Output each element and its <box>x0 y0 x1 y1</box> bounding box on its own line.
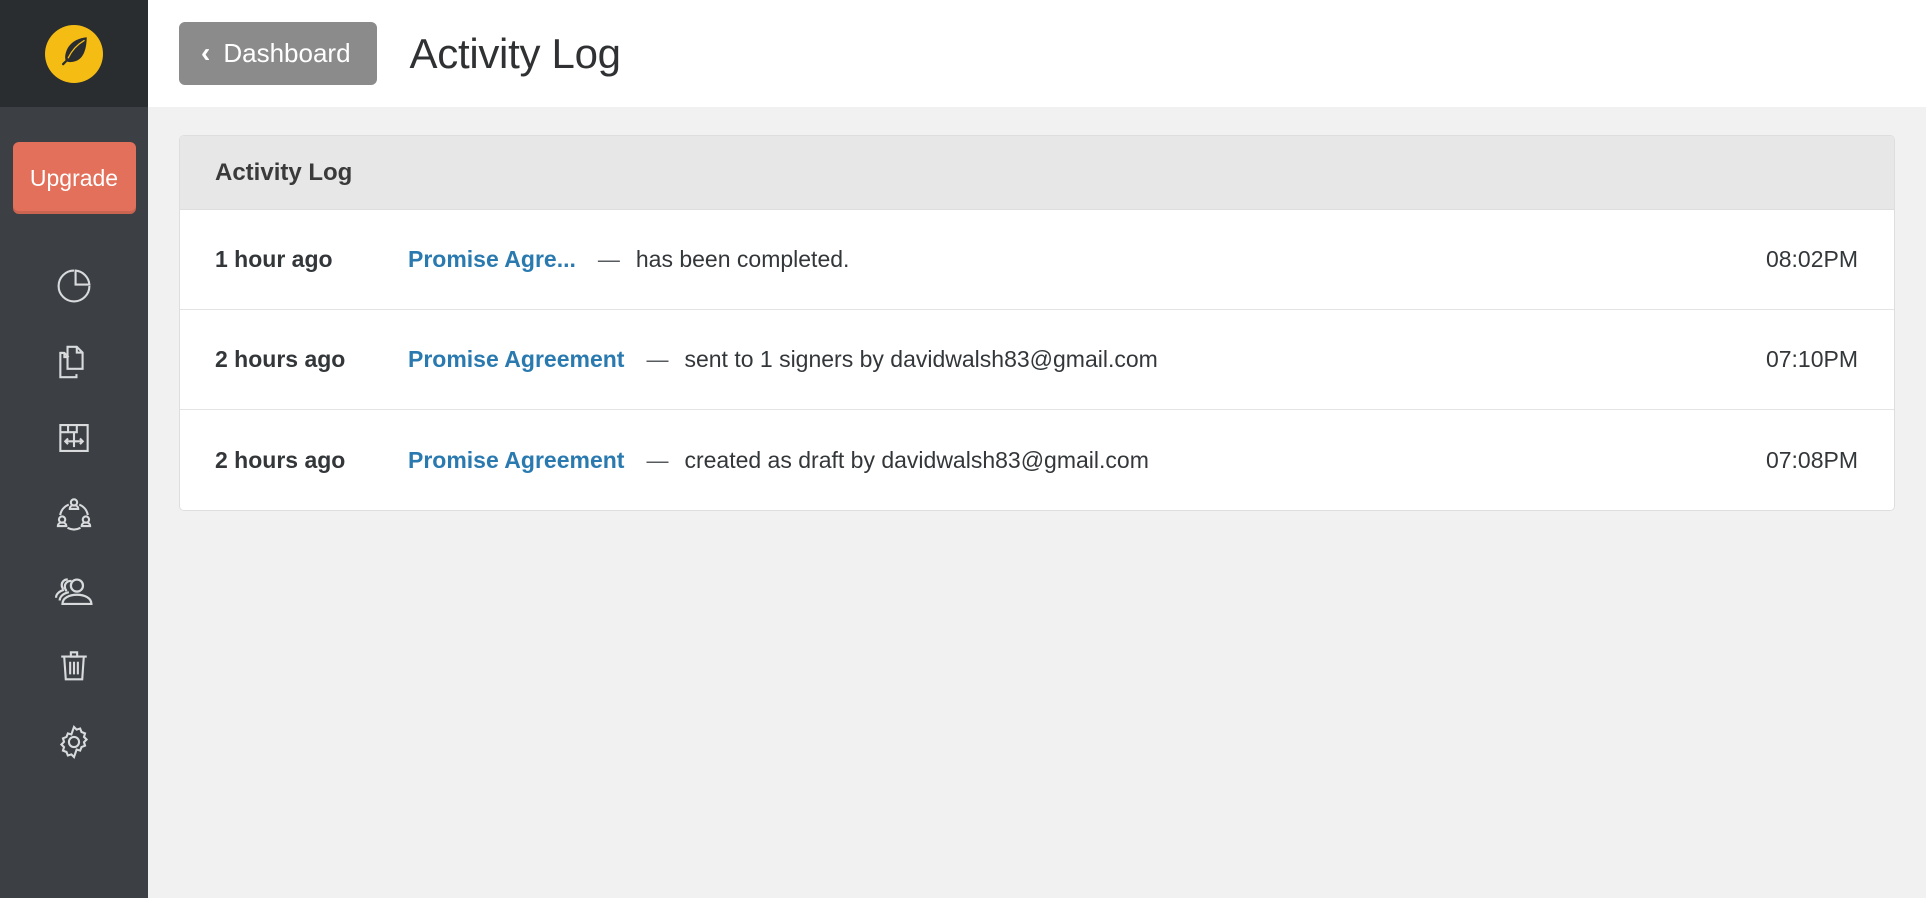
upgrade-wrap: Upgrade <box>0 107 148 214</box>
sidebar-item-trash[interactable] <box>0 628 148 704</box>
panel-header: Activity Log <box>180 136 1894 210</box>
documents-icon <box>53 341 95 383</box>
document-link[interactable]: Promise Agre... <box>408 246 576 273</box>
separator-dash: — <box>646 347 669 372</box>
separator-dash: — <box>597 247 620 272</box>
sidebar-item-settings[interactable] <box>0 704 148 780</box>
sidebar-item-templates[interactable] <box>0 400 148 476</box>
activity-description: Promise Agreement — sent to 1 signers by… <box>408 346 1766 373</box>
contacts-group-icon <box>52 568 96 612</box>
activity-description: Promise Agreement — created as draft by … <box>408 447 1766 474</box>
activity-text: has been completed. <box>635 246 850 272</box>
activity-time: 07:10PM <box>1765 346 1858 372</box>
back-to-dashboard-button[interactable]: ‹ Dashboard <box>179 22 377 85</box>
table-row[interactable]: 1 hour ago Promise Agre... — has been co… <box>180 210 1894 310</box>
logo-area[interactable] <box>0 0 148 107</box>
activity-description: Promise Agre... — has been completed. <box>408 246 1766 273</box>
sidebar-nav <box>0 248 148 780</box>
activity-text: created as draft by davidwalsh83@gmail.c… <box>684 446 1149 473</box>
activity-log-panel: Activity Log 1 hour ago Promise Agre... … <box>179 135 1895 511</box>
sidebar-item-team[interactable] <box>0 476 148 552</box>
content-area: Activity Log 1 hour ago Promise Agre... … <box>148 107 1926 898</box>
gear-icon <box>53 721 95 763</box>
team-network-icon <box>53 493 95 535</box>
activity-text: sent to 1 signers by davidwalsh83@gmail.… <box>684 346 1158 372</box>
logo-circle <box>45 24 103 83</box>
panel-title: Activity Log <box>215 158 353 186</box>
main-area: ‹ Dashboard Activity Log Activity Log 1 … <box>148 0 1926 898</box>
upgrade-button[interactable]: Upgrade <box>12 142 136 214</box>
activity-when: 2 hours ago <box>215 446 346 473</box>
activity-time: 08:02PM <box>1765 246 1858 272</box>
page-title: Activity Log <box>409 29 621 77</box>
sidebar-item-dashboard[interactable] <box>0 248 148 324</box>
document-link[interactable]: Promise Agreement <box>408 346 624 373</box>
document-link[interactable]: Promise Agreement <box>408 447 624 474</box>
sidebar-item-contacts[interactable] <box>0 552 148 628</box>
sidebar: Upgrade <box>0 0 148 898</box>
sidebar-item-documents[interactable] <box>0 324 148 400</box>
activity-time: 07:08PM <box>1765 446 1858 473</box>
document-transfer-icon <box>53 417 95 459</box>
chevron-left-icon: ‹ <box>201 36 211 68</box>
table-row[interactable]: 2 hours ago Promise Agreement — sent to … <box>180 310 1894 410</box>
pie-chart-icon <box>53 265 95 307</box>
activity-when: 1 hour ago <box>215 246 333 272</box>
activity-when: 2 hours ago <box>215 346 346 372</box>
feather-quill-icon <box>57 34 91 73</box>
trash-icon <box>53 645 95 687</box>
table-row[interactable]: 2 hours ago Promise Agreement — created … <box>180 410 1894 510</box>
separator-dash: — <box>646 447 669 473</box>
app-root: Upgrade ‹ Dashboard Activity Log Activit… <box>0 0 1926 898</box>
topbar: ‹ Dashboard Activity Log <box>148 0 1926 107</box>
back-button-label: Dashboard <box>223 38 351 68</box>
